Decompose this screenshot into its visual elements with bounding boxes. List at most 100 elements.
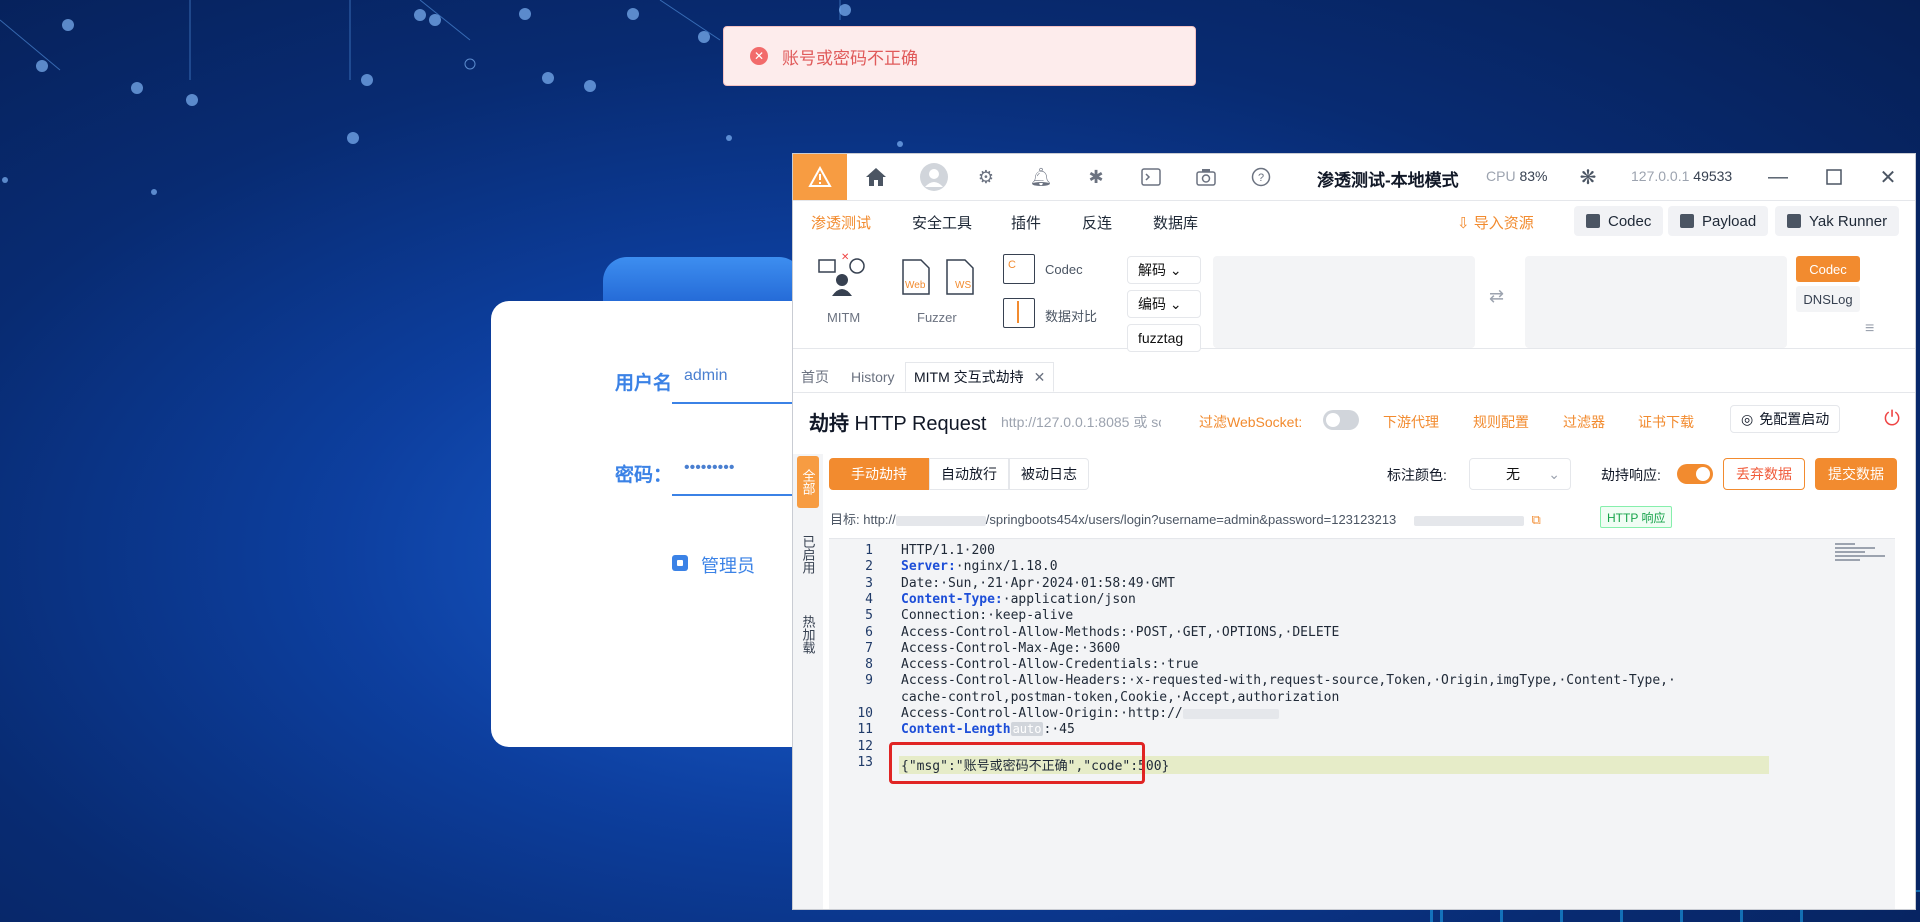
- settings-gear-icon[interactable]: ⚙: [973, 164, 999, 190]
- codec-tool-icon[interactable]: C: [1003, 254, 1035, 284]
- chrome-launch-button[interactable]: ◎ 免配置启动: [1730, 405, 1841, 433]
- home-icon[interactable]: [863, 164, 889, 190]
- filter-websocket-toggle[interactable]: [1323, 410, 1359, 430]
- submit-data-button[interactable]: 提交数据: [1815, 458, 1897, 490]
- warning-icon: [808, 166, 832, 187]
- hijack-response-toggle[interactable]: [1677, 464, 1713, 484]
- line-number: 11: [857, 722, 873, 738]
- hijack-response-label: 劫持响应:: [1601, 467, 1661, 483]
- code-line: HTTP/1.1·200: [901, 543, 995, 558]
- menu-database[interactable]: 数据库: [1153, 212, 1198, 233]
- minimize-icon[interactable]: —: [1763, 162, 1793, 192]
- error-toast: ✕ 账号或密码不正确: [723, 26, 1196, 86]
- cert-download-link[interactable]: 证书下载: [1638, 412, 1694, 432]
- menu-plugins[interactable]: 插件: [1011, 212, 1041, 233]
- power-icon[interactable]: ⏻: [1877, 405, 1907, 433]
- discard-data-button[interactable]: 丢弃数据: [1723, 458, 1805, 490]
- auto-release-button[interactable]: 自动放行: [929, 458, 1009, 490]
- bell-icon[interactable]: 🔔︎: [1028, 164, 1054, 190]
- code-line: Date:·Sun,·21·Apr·2024·01:58:49·GMT: [901, 576, 1175, 591]
- tab-close-icon[interactable]: ✕: [1034, 369, 1046, 386]
- code-text: Access-Control-Max-Age:·3600: [901, 640, 1121, 656]
- error-circle-icon: ✕: [750, 47, 768, 65]
- downstream-proxy-link[interactable]: 下游代理: [1383, 412, 1439, 432]
- line-number: 13: [857, 754, 873, 770]
- yak-runner-button[interactable]: Yak Runner: [1775, 206, 1900, 236]
- filter-link[interactable]: 过滤器: [1563, 412, 1605, 432]
- vtab-enabled[interactable]: 已启用: [797, 524, 819, 584]
- vtab-all[interactable]: 全部: [797, 456, 819, 508]
- password-input[interactable]: •••••••••: [684, 459, 734, 477]
- auto-tag: auto: [1010, 722, 1044, 737]
- tab-history[interactable]: History: [851, 362, 895, 392]
- warning-button[interactable]: [793, 154, 847, 200]
- side-dnslog-tag[interactable]: DNSLog: [1796, 286, 1860, 312]
- data-compare-label[interactable]: 数据对比: [1045, 306, 1097, 325]
- help-icon[interactable]: ?: [1248, 164, 1274, 190]
- codec-icon: [1586, 214, 1600, 228]
- code-text: ·45: [1051, 722, 1075, 738]
- mitm-label[interactable]: MITM: [827, 310, 860, 325]
- rule-config-link[interactable]: 规则配置: [1473, 412, 1529, 432]
- response-editor[interactable]: 1 HTTP/1.1·200 2 Server:·nginx/1.18.0 3 Date:…: [829, 538, 1895, 909]
- line-number: 10: [857, 706, 873, 721]
- code-text: ·application/json: [1002, 591, 1136, 607]
- fuzzer-label[interactable]: Fuzzer: [917, 310, 957, 325]
- swap-icon[interactable]: ⇄: [1489, 286, 1504, 307]
- codec-tool-label[interactable]: Codec: [1045, 262, 1083, 277]
- terminal-icon: [1787, 214, 1801, 228]
- vtab-hot-reload[interactable]: 热加载: [797, 604, 819, 664]
- manual-hijack-button[interactable]: 手动劫持: [829, 458, 929, 490]
- editor-minimap[interactable]: [1835, 543, 1895, 573]
- yak-logo-icon: ❋: [1579, 166, 1597, 189]
- codec-input-panel[interactable]: [1213, 256, 1475, 348]
- terminal-icon[interactable]: [1138, 164, 1164, 190]
- copy-icon[interactable]: ⧉: [1532, 512, 1541, 527]
- mark-color-select[interactable]: 无 ⌄: [1469, 458, 1571, 490]
- username-input[interactable]: admin: [684, 367, 728, 385]
- data-compare-icon[interactable]: [1003, 298, 1035, 328]
- line-number: 6: [865, 624, 873, 640]
- menu-pentest[interactable]: 渗透测试: [811, 212, 871, 233]
- code-line: Access-Control-Allow-Headers:·x-requeste…: [901, 673, 1676, 688]
- line-number: 7: [865, 640, 873, 656]
- http-response-tag: HTTP 响应: [1600, 506, 1673, 528]
- codec-button[interactable]: Codec: [1574, 206, 1664, 236]
- sort-icon[interactable]: ≡: [1865, 320, 1874, 338]
- plugin-vertical-tabs: 全部 已启用 热加载: [793, 454, 823, 909]
- yakit-window: ⚙ 🔔︎ ✱ ? 渗透测试-本地模式 CPU 83% ❋ 127.0.0.1 4…: [792, 153, 1916, 910]
- decode-select[interactable]: 解码 ⌄: [1127, 256, 1201, 284]
- line-number: 4: [865, 591, 873, 607]
- proxy-url: http://127.0.0.1:8085 或 soc...: [1001, 414, 1161, 430]
- code-text: cache-control,postman-token,Cookie,·Acce…: [901, 689, 1340, 705]
- maximize-icon[interactable]: [1819, 162, 1849, 192]
- tab-mitm[interactable]: MITM 交互式劫持 ✕: [905, 362, 1055, 392]
- fuzztag-button[interactable]: fuzztag: [1127, 324, 1201, 352]
- main-menu: 渗透测试 安全工具 插件 反连 数据库 ⇩ 导入资源 Codec Payload…: [793, 200, 1915, 240]
- menu-security-tools[interactable]: 安全工具: [912, 212, 972, 233]
- tab-home[interactable]: 首页: [801, 362, 829, 392]
- line-number: 1: [865, 543, 873, 558]
- role-checkbox[interactable]: [672, 555, 688, 571]
- import-resource-link[interactable]: ⇩ 导入资源: [1457, 212, 1534, 233]
- passive-log-button[interactable]: 被动日志: [1009, 458, 1089, 490]
- camera-icon[interactable]: [1193, 164, 1219, 190]
- payload-button[interactable]: Payload: [1668, 206, 1769, 236]
- web-fuzzer-icon[interactable]: Web: [901, 258, 931, 296]
- code-text: Access-Control-Allow-Methods:·POST,·GET,…: [901, 624, 1340, 640]
- close-icon[interactable]: ✕: [1873, 162, 1903, 192]
- code-line: Connection:·keep-alive: [901, 608, 1073, 623]
- encode-select[interactable]: 编码 ⌄: [1127, 290, 1201, 318]
- side-codec-tag[interactable]: Codec: [1796, 256, 1860, 282]
- role-label: 管理员: [701, 556, 755, 576]
- menu-reverse[interactable]: 反连: [1082, 212, 1112, 233]
- engine-address: 127.0.0.1 49533: [1631, 168, 1733, 184]
- code-line: Access-Control-Allow-Credentials:·true: [901, 657, 1198, 672]
- code-line: Content-Type:·application/json: [901, 592, 1136, 607]
- avatar-icon[interactable]: [919, 162, 949, 192]
- ws-fuzzer-icon[interactable]: WS: [945, 258, 975, 296]
- bug-icon[interactable]: ✱: [1083, 164, 1109, 190]
- mitm-icon[interactable]: ✕: [817, 252, 867, 298]
- codec-output-panel[interactable]: [1525, 256, 1787, 348]
- line-number: 2: [865, 559, 873, 575]
